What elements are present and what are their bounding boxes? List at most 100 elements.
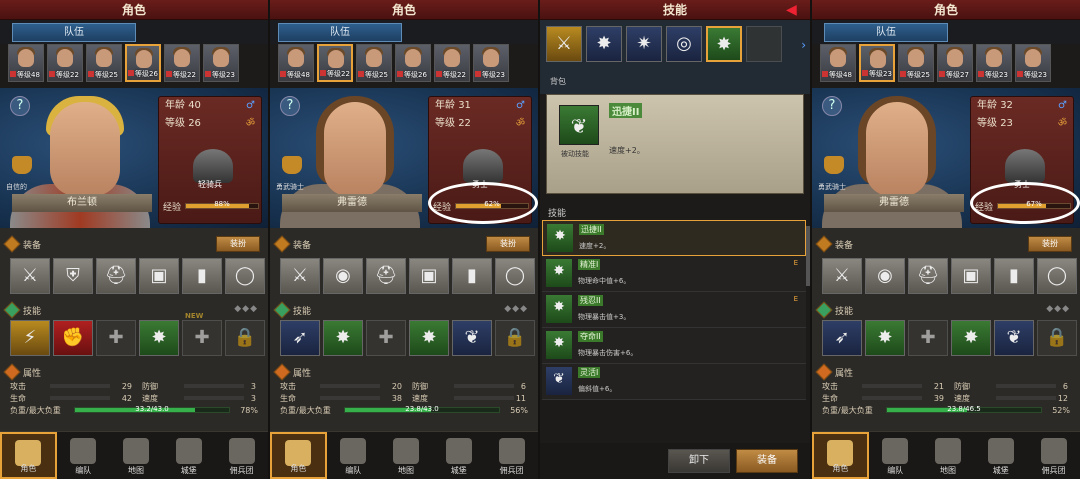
skill-slot[interactable]: ⚔: [546, 26, 582, 62]
dress-button[interactable]: 装扮: [216, 236, 260, 252]
party-member-portrait[interactable]: 等级22: [164, 44, 200, 82]
tab-team[interactable]: 队伍: [12, 23, 136, 42]
nav-item[interactable]: 佣兵团: [1027, 432, 1080, 479]
empty-skill-slot[interactable]: [746, 26, 782, 62]
nav-item[interactable]: 城堡: [432, 432, 485, 479]
sword-icon: ⚔: [833, 265, 851, 286]
skill-slot[interactable]: ✸: [409, 320, 449, 356]
skill-slot[interactable]: ✸: [139, 320, 179, 356]
equipment-slot[interactable]: ⚔: [10, 258, 50, 294]
tab-team[interactable]: 队伍: [278, 23, 402, 42]
skill-slot-selected[interactable]: ✸: [706, 26, 742, 62]
nav-item[interactable]: 城堡: [974, 432, 1027, 479]
skill-slot[interactable]: 🔒: [495, 320, 535, 356]
mood-icon[interactable]: [824, 156, 844, 174]
dress-button[interactable]: 装扮: [1028, 236, 1072, 252]
skill-slot[interactable]: 🔒: [225, 320, 265, 356]
skill-slot[interactable]: ✸: [951, 320, 991, 356]
party-member-portrait[interactable]: 等级48: [8, 44, 44, 82]
party-member-portrait[interactable]: 等级25: [898, 44, 934, 82]
nav-item[interactable]: 地图: [922, 432, 975, 479]
party-member-portrait[interactable]: 等级23: [473, 44, 509, 82]
chevron-right-icon[interactable]: ›: [801, 38, 806, 52]
equipment-slot[interactable]: ⛨: [53, 258, 93, 294]
equipment-slot[interactable]: ◯: [225, 258, 265, 294]
party-member-portrait[interactable]: 等级23: [203, 44, 239, 82]
help-icon[interactable]: ?: [10, 96, 30, 116]
attributes-section-icon: [3, 363, 21, 381]
nav-item[interactable]: 佣兵团: [215, 432, 268, 479]
backpack-label[interactable]: 背包: [540, 72, 810, 94]
equipment-slot[interactable]: ◯: [1037, 258, 1077, 294]
skill-list-item[interactable]: ✸ 残忍II 物理暴击值+3。 E: [542, 292, 806, 328]
skill-slot[interactable]: ✷: [626, 26, 662, 62]
equipment-slot[interactable]: ▮: [452, 258, 492, 294]
party-member-portrait[interactable]: 等级23: [859, 44, 895, 82]
skill-slot[interactable]: NEW ✚: [182, 312, 222, 356]
party-member-portrait[interactable]: 等级22: [317, 44, 353, 82]
nav-item[interactable]: 角色: [270, 432, 327, 479]
nav-item[interactable]: 城堡: [162, 432, 215, 479]
equipment-slot[interactable]: ▣: [139, 258, 179, 294]
unload-button[interactable]: 卸下: [668, 449, 730, 473]
party-member-portrait[interactable]: 等级26: [395, 44, 431, 82]
party-member-portrait[interactable]: 等级48: [820, 44, 856, 82]
scrollbar[interactable]: [806, 226, 810, 286]
equipment-slot[interactable]: ▣: [409, 258, 449, 294]
skill-list-item[interactable]: ❦ 灵活I 偏斜值+6。: [542, 364, 806, 400]
nav-item[interactable]: 角色: [812, 432, 869, 479]
equipment-slot[interactable]: ⛑: [366, 258, 406, 294]
nav-item[interactable]: 地图: [380, 432, 433, 479]
skill-slot[interactable]: ✚: [96, 320, 136, 356]
equip-button[interactable]: 装备: [736, 449, 798, 473]
help-icon[interactable]: ?: [822, 96, 842, 116]
equipment-slot[interactable]: ⚔: [280, 258, 320, 294]
back-arrow-icon[interactable]: ◀: [786, 3, 804, 17]
skill-slot[interactable]: ⚡: [10, 320, 50, 356]
equipment-slot[interactable]: ▮: [182, 258, 222, 294]
nav-item[interactable]: 地图: [110, 432, 163, 479]
skill-slot[interactable]: ✸: [323, 320, 363, 356]
skill-list-item[interactable]: ✸ 精准I 物理命中值+6。 E: [542, 256, 806, 292]
mood-icon[interactable]: [12, 156, 32, 174]
skill-slot[interactable]: 🔒: [1037, 320, 1077, 356]
nav-item[interactable]: 佣兵团: [485, 432, 538, 479]
nav-item[interactable]: 编队: [57, 432, 110, 479]
party-member-portrait[interactable]: 等级25: [86, 44, 122, 82]
party-member-portrait[interactable]: 等级23: [976, 44, 1012, 82]
help-icon[interactable]: ?: [280, 96, 300, 116]
equipment-slot[interactable]: ◉: [323, 258, 363, 294]
skill-list-item[interactable]: ✸ 夺命II 物理暴击伤害+6。: [542, 328, 806, 364]
equipment-slot[interactable]: ▮: [994, 258, 1034, 294]
equipment-slot[interactable]: ⚔: [822, 258, 862, 294]
skill-slot[interactable]: ➶: [280, 320, 320, 356]
equipment-slot[interactable]: ◯: [495, 258, 535, 294]
equipment-slot[interactable]: ◉: [865, 258, 905, 294]
skill-slot[interactable]: ✚: [366, 320, 406, 356]
equipment-slot[interactable]: ⛑: [908, 258, 948, 294]
mood-icon[interactable]: [282, 156, 302, 174]
party-member-portrait[interactable]: 等级23: [1015, 44, 1051, 82]
party-member-portrait[interactable]: 等级22: [47, 44, 83, 82]
skill-slot[interactable]: ✸: [865, 320, 905, 356]
skill-slot[interactable]: ✊: [53, 320, 93, 356]
dress-button[interactable]: 装扮: [486, 236, 530, 252]
party-member-portrait[interactable]: 等级26: [125, 44, 161, 82]
equipment-slot[interactable]: ⛑: [96, 258, 136, 294]
equipment-slot[interactable]: ▣: [951, 258, 991, 294]
skill-slot[interactable]: ◎: [666, 26, 702, 62]
skill-slot[interactable]: ➶: [822, 320, 862, 356]
skill-list-item[interactable]: ✸ 迅捷II 速度+2。: [542, 220, 806, 256]
party-member-portrait[interactable]: 等级25: [356, 44, 392, 82]
skill-slot[interactable]: ✸: [586, 26, 622, 62]
tab-team[interactable]: 队伍: [824, 23, 948, 42]
skill-slot[interactable]: ✚: [908, 320, 948, 356]
nav-item[interactable]: 编队: [869, 432, 922, 479]
nav-item[interactable]: 角色: [0, 432, 57, 479]
party-member-portrait[interactable]: 等级27: [937, 44, 973, 82]
skill-slot[interactable]: ❦: [994, 320, 1034, 356]
skill-slot[interactable]: ❦: [452, 320, 492, 356]
party-member-portrait[interactable]: 等级22: [434, 44, 470, 82]
party-member-portrait[interactable]: 等级48: [278, 44, 314, 82]
nav-item[interactable]: 编队: [327, 432, 380, 479]
